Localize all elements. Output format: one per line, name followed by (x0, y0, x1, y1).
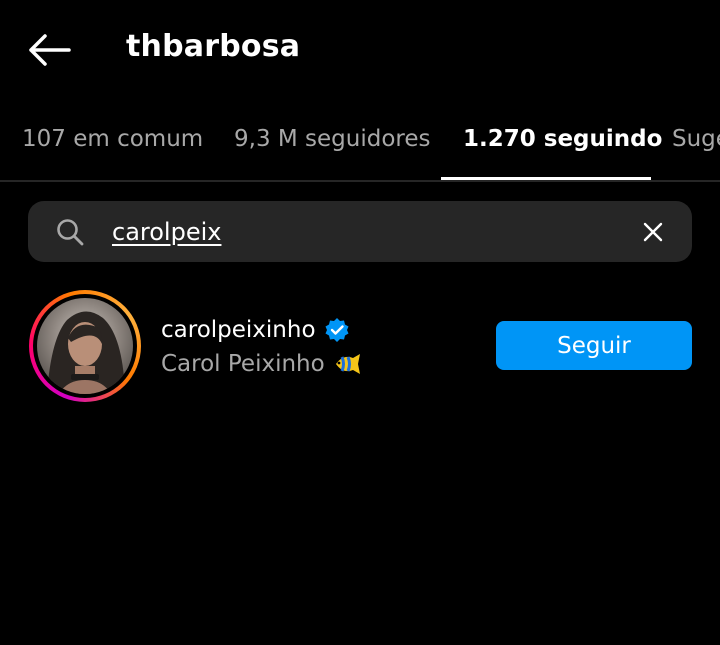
back-button[interactable] (24, 26, 74, 74)
active-tab-indicator (441, 177, 651, 180)
top-bar: thbarbosa (0, 0, 720, 100)
story-ring[interactable] (29, 290, 141, 402)
profile-photo-icon (47, 311, 125, 394)
tab-followers[interactable]: 9,3 M seguidores (234, 126, 431, 152)
search-bar[interactable] (28, 201, 692, 262)
search-input[interactable] (112, 213, 612, 251)
username: carolpeixinho (161, 317, 316, 343)
verified-badge-icon (325, 318, 349, 342)
tab-bar: 107 em comum 9,3 M seguidores 1.270 segu… (0, 100, 720, 182)
clear-search-button[interactable] (638, 217, 668, 247)
arrow-left-icon (29, 34, 71, 66)
tab-mutual[interactable]: 107 em comum (22, 126, 203, 152)
tab-suggestions[interactable]: Suge (672, 126, 720, 152)
page-title: thbarbosa (126, 29, 301, 64)
list-item[interactable]: carolpeixinho Carol Peixinho Seguir (0, 285, 720, 405)
follow-button[interactable]: Seguir (496, 321, 692, 370)
full-name: Carol Peixinho (161, 351, 325, 377)
tab-following[interactable]: 1.270 seguindo (463, 126, 662, 152)
close-icon (643, 222, 663, 242)
avatar (37, 298, 133, 394)
search-icon (57, 219, 84, 246)
fish-emoji-icon (335, 354, 360, 374)
